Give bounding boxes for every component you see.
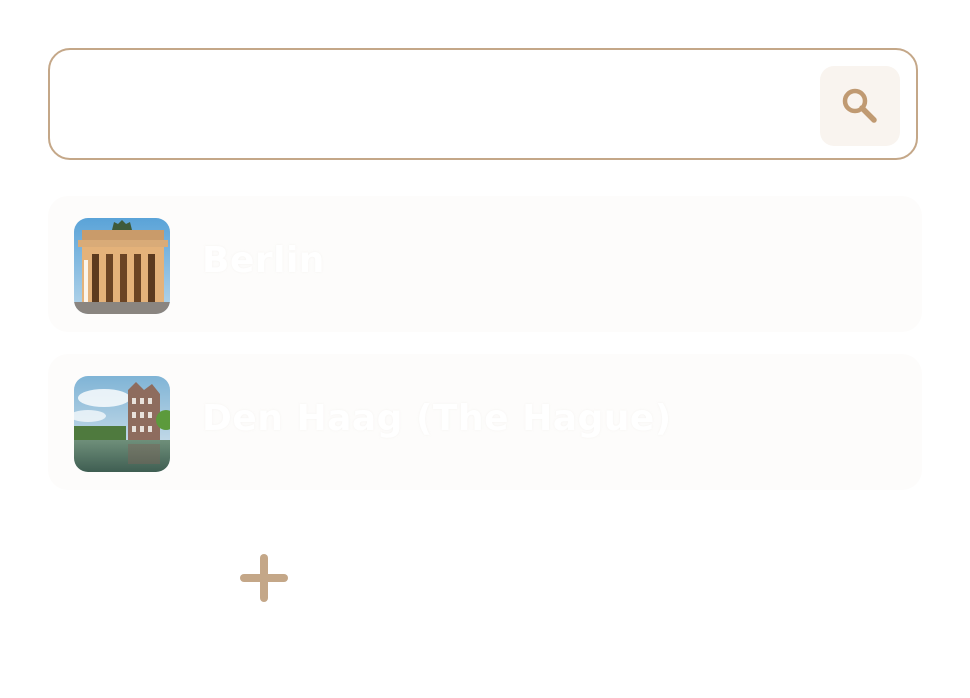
city-thumbnail-berlin — [74, 218, 170, 314]
city-name: Den Haag (The Hague) — [202, 398, 672, 439]
city-card-den-haag[interactable]: Den Haag (The Hague) — [48, 354, 922, 490]
search-input[interactable] — [74, 74, 818, 138]
search-icon — [842, 88, 877, 123]
city-thumbnail-den-haag — [74, 376, 170, 472]
add-city-button[interactable] — [236, 550, 292, 606]
search-bar — [48, 48, 918, 160]
search-button[interactable] — [820, 66, 900, 146]
city-name: Berlin — [202, 240, 325, 281]
plus-icon — [240, 554, 288, 602]
weather-app-screen: Berlin Den Haag (The Hague) — [0, 0, 970, 698]
city-card-berlin[interactable]: Berlin — [48, 196, 922, 332]
